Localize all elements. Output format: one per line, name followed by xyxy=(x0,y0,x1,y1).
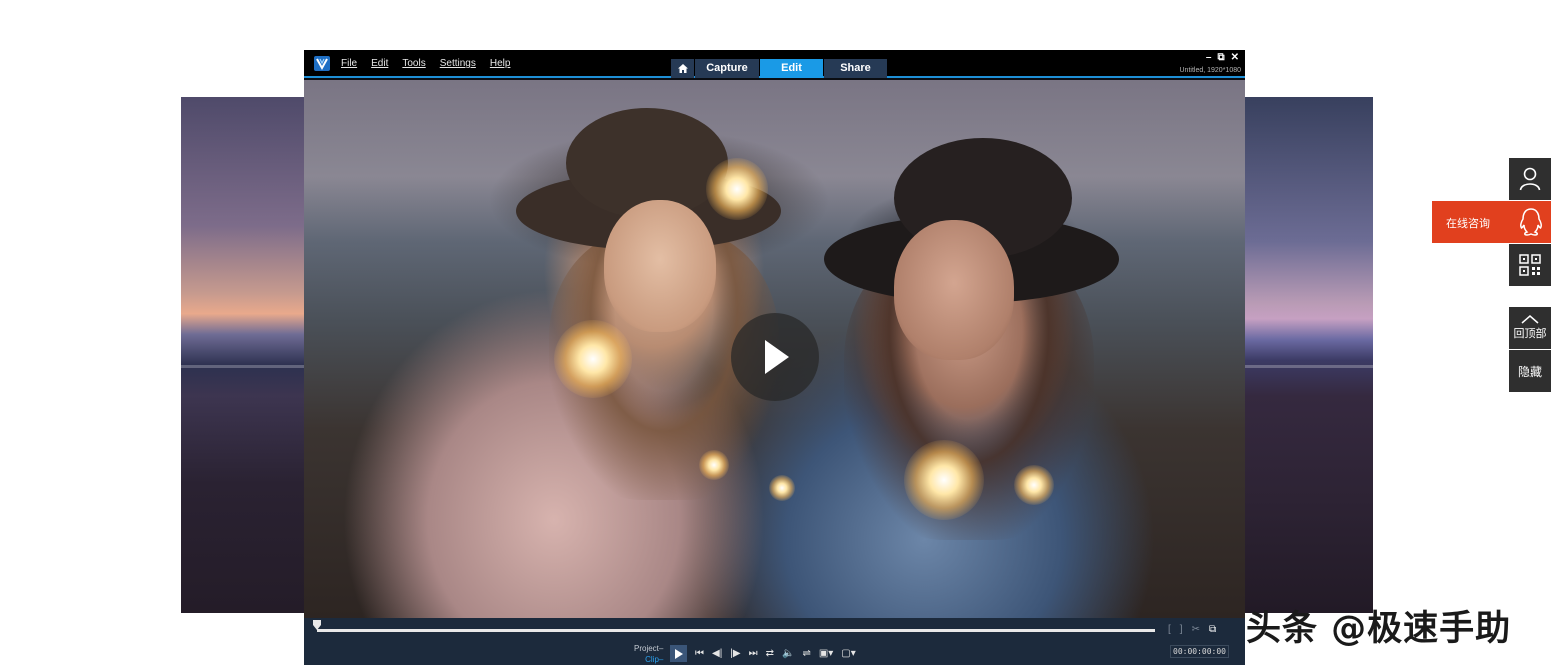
transport-controls: ⏮ ◀| |▶ ⏭ ⇄ 🔈 ⇌ ▣▾ ▢▾ xyxy=(670,645,856,662)
sparkler xyxy=(706,158,768,220)
sparkler xyxy=(554,320,632,398)
minimize-icon[interactable]: – xyxy=(1206,52,1212,63)
menu-edit[interactable]: Edit xyxy=(371,58,388,69)
hide-label: 隐藏 xyxy=(1517,364,1542,379)
sparkler xyxy=(769,475,795,501)
back-to-top-button[interactable]: 回顶部 xyxy=(1509,307,1551,349)
scrubber-handle-icon[interactable] xyxy=(313,620,321,630)
menu-settings[interactable]: Settings xyxy=(440,58,476,69)
mode-clip-label: Clip xyxy=(645,655,659,664)
player-controls: [ ] ✂ ⧉ Project– Clip– ⏮ ◀| |▶ ⏭ ⇄ 🔈 ⇌ ▣… xyxy=(304,618,1245,665)
mode-project-label: Project xyxy=(634,644,659,653)
enlarge-preview-icon[interactable]: ⧉ xyxy=(1209,624,1216,635)
menu-tools-label: Tools xyxy=(402,58,426,69)
menu-settings-label: Settings xyxy=(439,58,476,69)
app-logo-icon xyxy=(314,56,330,71)
play-mode-selector: Project– Clip– xyxy=(634,643,663,665)
close-icon[interactable]: ✕ xyxy=(1231,52,1239,63)
mark-in-icon[interactable]: [ xyxy=(1168,624,1171,635)
qr-code-icon xyxy=(1519,254,1541,276)
watermark: 头条 @极速手助 xyxy=(1246,609,1512,649)
menu-edit-label: Edit xyxy=(371,58,389,69)
menu-help-label: Help xyxy=(489,58,511,69)
shoreline xyxy=(1244,365,1373,369)
mode-project[interactable]: Project– xyxy=(634,643,663,654)
sparkler xyxy=(1014,465,1054,505)
left-person-face xyxy=(604,200,716,332)
tab-edit[interactable]: Edit xyxy=(760,59,823,78)
go-to-start-icon[interactable]: ⏮ xyxy=(695,648,704,659)
play-icon xyxy=(674,648,683,659)
page: File Edit Tools Settings Help Capture Ed… xyxy=(0,0,1551,665)
qr-code-button[interactable] xyxy=(1509,244,1551,286)
split-clip-icon[interactable]: ✂ xyxy=(1192,624,1200,635)
previous-frame-icon[interactable]: ◀| xyxy=(712,648,722,659)
tab-capture[interactable]: Capture xyxy=(695,59,759,78)
menu-file[interactable]: File xyxy=(341,58,357,69)
right-person-face xyxy=(894,220,1014,360)
play-overlay-button[interactable] xyxy=(731,313,819,401)
carousel-prev-slide[interactable] xyxy=(181,97,306,613)
volume-icon[interactable]: 🔈 xyxy=(782,648,794,659)
window-controls: – ⧉ ✕ xyxy=(1206,52,1239,63)
tab-share[interactable]: Share xyxy=(824,59,887,78)
mode-tabs: Capture Edit Share xyxy=(671,59,888,78)
consult-label: 在线咨询 xyxy=(1446,217,1490,230)
mode-clip[interactable]: Clip– xyxy=(634,654,663,665)
menu-tools[interactable]: Tools xyxy=(402,58,425,69)
project-info: Untitled, 1920*1080 xyxy=(1179,67,1242,74)
sparkler xyxy=(904,440,984,520)
menu-help[interactable]: Help xyxy=(490,58,511,69)
video-editor-window: File Edit Tools Settings Help Capture Ed… xyxy=(304,50,1245,665)
display-mode-icon[interactable]: ▣▾ xyxy=(819,648,833,659)
home-icon xyxy=(677,64,688,73)
next-frame-icon[interactable]: |▶ xyxy=(730,648,740,659)
online-consult-button[interactable]: 在线咨询 xyxy=(1432,201,1551,243)
hd-preview-icon[interactable]: ⇌ xyxy=(802,648,810,659)
mark-out-icon[interactable]: ] xyxy=(1180,624,1183,635)
preview-tools: [ ] ✂ ⧉ xyxy=(1168,624,1216,635)
sparkler xyxy=(699,450,729,480)
menu-file-label: File xyxy=(341,58,358,69)
shoreline xyxy=(181,365,306,369)
play-icon xyxy=(765,340,789,374)
user-icon xyxy=(1519,167,1541,191)
video-preview[interactable] xyxy=(304,80,1245,618)
menu-bar: File Edit Tools Settings Help xyxy=(341,58,510,69)
title-bar: File Edit Tools Settings Help Capture Ed… xyxy=(304,50,1245,78)
timecode-display[interactable]: 00:00:00:00 xyxy=(1170,645,1229,658)
hide-sidebar-button[interactable]: 隐藏 xyxy=(1509,350,1551,392)
carousel-next-slide[interactable] xyxy=(1244,97,1373,613)
restore-icon[interactable]: ⧉ xyxy=(1217,52,1224,63)
snapshot-icon[interactable]: ▢▾ xyxy=(841,648,855,659)
back-to-top-label: 回顶部 xyxy=(1513,327,1547,340)
chevron-up-icon xyxy=(1521,315,1539,324)
repeat-icon[interactable]: ⇄ xyxy=(766,648,774,659)
timeline-scrubber[interactable] xyxy=(317,629,1155,632)
play-button[interactable] xyxy=(670,645,687,662)
go-to-end-icon[interactable]: ⏭ xyxy=(749,648,758,659)
user-button[interactable] xyxy=(1509,158,1551,200)
tab-home[interactable] xyxy=(671,59,694,78)
qq-penguin-icon xyxy=(1520,208,1542,236)
